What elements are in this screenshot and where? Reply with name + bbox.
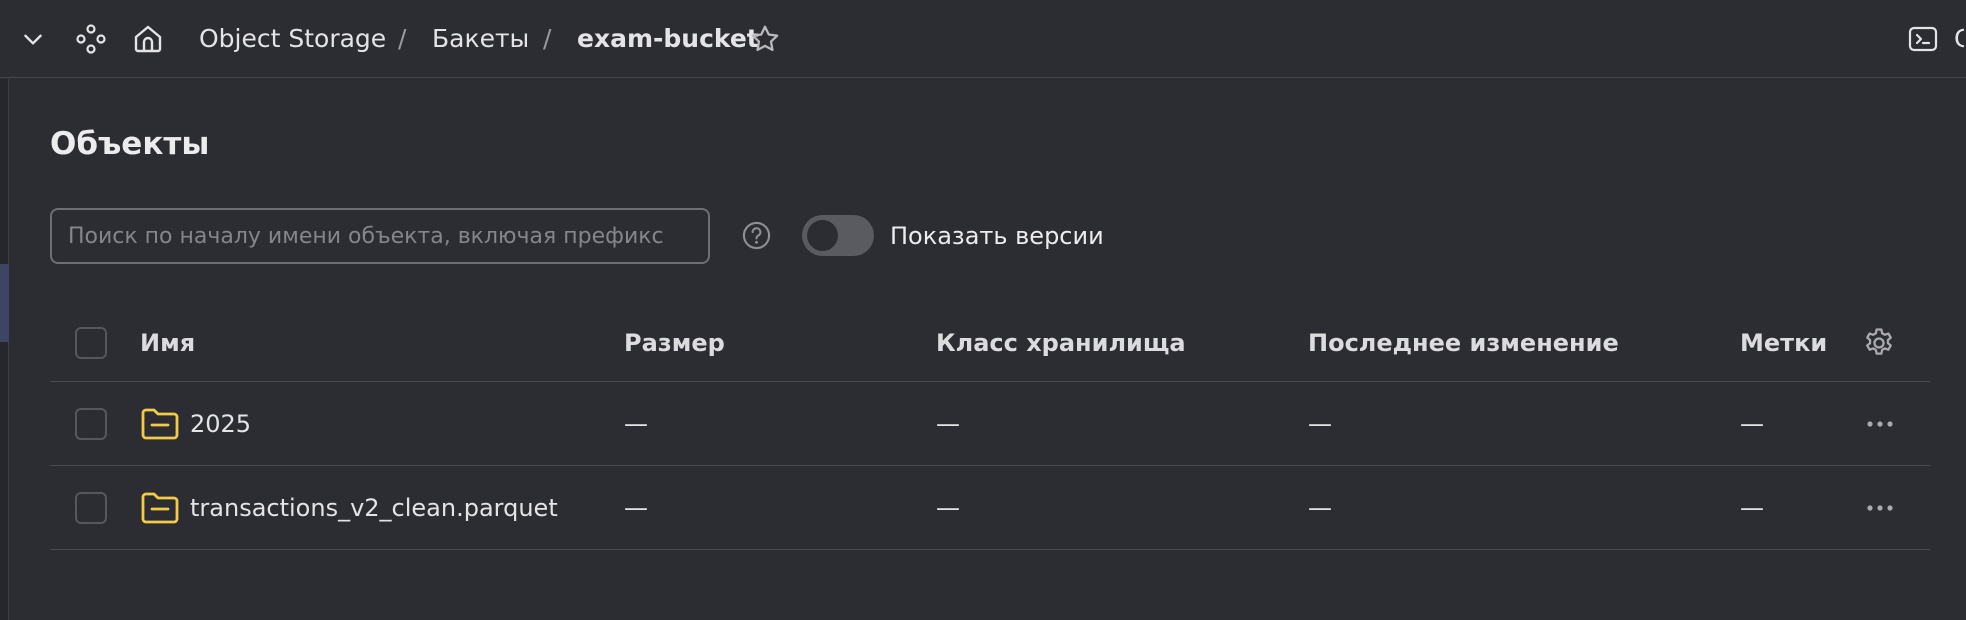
table-row[interactable]: 2025 — — — — [50, 382, 1930, 466]
object-storage-class: — [936, 410, 960, 438]
chevron-down-icon [24, 34, 42, 45]
search-input[interactable] [50, 208, 710, 264]
object-storage-class: — [936, 494, 960, 522]
home-button[interactable] [130, 21, 166, 57]
more-actions-icon[interactable] [1862, 491, 1898, 525]
show-versions-label: Показать версии [890, 222, 1104, 250]
breadcrumb-object-storage[interactable]: Object Storage [199, 22, 386, 56]
breadcrumb-separator: / [398, 24, 407, 53]
column-header-size[interactable]: Размер [624, 326, 725, 360]
table-row[interactable]: transactions_v2_clean.parquet — — — — [50, 466, 1930, 550]
left-rail [0, 79, 9, 620]
top-bar: Object Storage / Бакеты / exam-bucket C [0, 0, 1966, 78]
column-header-storage-class[interactable]: Класс хранилища [936, 326, 1186, 360]
object-modified: — [1308, 494, 1332, 522]
folder-icon [141, 408, 179, 440]
home-icon [134, 25, 162, 53]
object-modified: — [1308, 410, 1332, 438]
folder-icon [141, 492, 179, 524]
select-all-checkbox[interactable] [75, 327, 107, 359]
row-checkbox[interactable] [75, 492, 107, 524]
column-header-modified[interactable]: Последнее изменение [1308, 326, 1619, 360]
console-action-label[interactable]: C [1954, 22, 1964, 56]
terminal-button[interactable] [1907, 24, 1939, 54]
object-size: — [624, 494, 648, 522]
breadcrumb-buckets[interactable]: Бакеты [432, 22, 529, 56]
object-name[interactable]: 2025 [190, 407, 251, 441]
services-icon [76, 24, 106, 54]
left-rail-active-indicator [0, 264, 9, 342]
collapse-button[interactable] [18, 24, 48, 54]
toggle-knob [807, 220, 838, 251]
gear-icon[interactable] [1862, 326, 1896, 360]
terminal-icon [1908, 26, 1938, 52]
row-checkbox[interactable] [75, 408, 107, 440]
breadcrumb-separator: / [543, 24, 552, 53]
page-title: Объекты [50, 126, 210, 162]
star-icon [751, 25, 779, 52]
more-actions-icon[interactable] [1862, 407, 1898, 441]
object-tags: — [1740, 494, 1764, 522]
help-icon[interactable] [741, 220, 772, 251]
object-size: — [624, 410, 648, 438]
column-header-tags[interactable]: Метки [1740, 326, 1827, 360]
object-tags: — [1740, 410, 1764, 438]
table-header-row: Имя Размер Класс хранилища Последнее изм… [50, 304, 1930, 382]
objects-table: Имя Размер Класс хранилища Последнее изм… [50, 304, 1930, 550]
column-header-name[interactable]: Имя [140, 326, 195, 360]
favorite-button[interactable] [748, 22, 782, 56]
show-versions-toggle[interactable] [802, 215, 874, 256]
services-button[interactable] [74, 22, 108, 56]
object-name[interactable]: transactions_v2_clean.parquet [190, 491, 558, 525]
breadcrumb-current-bucket: exam-bucket [577, 24, 759, 53]
